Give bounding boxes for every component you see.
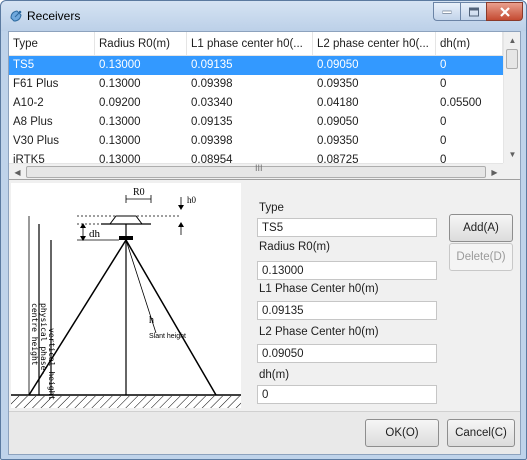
cancel-button[interactable]: Cancel(C) [447, 419, 515, 447]
title-bar[interactable]: Receivers [1, 1, 526, 31]
table-cell-dh: 0 [440, 135, 447, 147]
table-cell-dh: 0 [440, 116, 447, 128]
scroll-left-icon[interactable]: ◀ [9, 164, 26, 179]
table-cell-radius: 0.13000 [99, 59, 141, 71]
scroll-corner [503, 163, 520, 179]
centre-height-label: centre height [30, 303, 39, 366]
physical-phase-label: physical phase- [39, 303, 48, 375]
table-cell-dh: 0 [440, 78, 447, 90]
table-row[interactable]: V30 Plus 0.13000 0.09398 0.09350 0 [9, 132, 503, 151]
delete-button[interactable]: Delete(D) [449, 243, 513, 271]
satellite-dish-icon [10, 10, 22, 22]
table-row[interactable]: F61 Plus 0.13000 0.09398 0.09350 0 [9, 75, 503, 94]
antenna-height-diagram: R0 h0 dh h Slant height vertical height … [11, 183, 241, 408]
scroll-up-icon[interactable]: ▲ [504, 32, 520, 49]
table-cell-l2: 0.09050 [317, 116, 359, 128]
dh-input[interactable] [257, 385, 437, 404]
scroll-grip: III [255, 163, 263, 173]
table-cell-type: A10-2 [13, 97, 44, 109]
table-cell-dh: 0 [440, 59, 447, 71]
receivers-table: Type Radius R0(m) L1 phase center h0(...… [9, 32, 520, 180]
vertical-scroll-thumb[interactable] [506, 49, 518, 69]
r0-label: R0 [133, 187, 145, 198]
table-row[interactable]: A8 Plus 0.13000 0.09135 0.09050 0 [9, 113, 503, 132]
close-icon [499, 6, 510, 17]
type-input[interactable] [257, 218, 437, 237]
table-cell-l1: 0.09398 [191, 78, 233, 90]
scroll-right-icon[interactable]: ▶ [486, 164, 503, 179]
column-header-radius[interactable]: Radius R0(m) [95, 32, 187, 56]
h0-label: h0 [187, 195, 197, 205]
antenna-diagram-svg: R0 h0 dh h Slant height vertical height … [11, 187, 241, 408]
column-header-l1[interactable]: L1 phase center h0(... [187, 32, 313, 56]
table-header: Type Radius R0(m) L1 phase center h0(...… [9, 32, 503, 56]
table-cell-type: F61 Plus [13, 78, 59, 90]
table-cell-l1: 0.09398 [191, 135, 233, 147]
slant-height-label: Slant height [149, 333, 186, 340]
maximize-icon [468, 7, 479, 16]
column-header-type[interactable]: Type [9, 32, 95, 56]
table-cell-radius: 0.13000 [99, 116, 141, 128]
add-button[interactable]: Add(A) [449, 214, 513, 242]
type-label: Type [259, 202, 284, 214]
table-cell-type: V30 Plus [13, 135, 60, 147]
table-cell-radius: 0.13000 [99, 78, 141, 90]
scroll-down-icon[interactable]: ▼ [504, 146, 520, 163]
table-cell-l1: 0.03340 [191, 97, 233, 109]
table-row[interactable]: A10-2 0.09200 0.03340 0.04180 0.05500 [9, 94, 503, 113]
l1-phase-center-input[interactable] [257, 301, 437, 320]
table-cell-radius: 0.13000 [99, 135, 141, 147]
horizontal-scroll-thumb[interactable]: III [26, 163, 486, 178]
table-cell-l2: 0.09350 [317, 135, 359, 147]
radius-input[interactable] [257, 261, 437, 280]
maximize-button[interactable] [460, 2, 486, 21]
l2-phase-center-label: L2 Phase Center h0(m) [259, 326, 379, 338]
dialog-client: Type Radius R0(m) L1 phase center h0(...… [8, 31, 521, 455]
column-header-l2[interactable]: L2 phase center h0(... [313, 32, 436, 56]
l1-phase-center-label: L1 Phase Center h0(m) [259, 283, 379, 295]
minimize-icon [442, 10, 452, 14]
table-cell-l1: 0.09135 [191, 116, 233, 128]
column-header-dh[interactable]: dh(m) [436, 32, 503, 56]
receivers-window: Receivers Type Radius R0(m) L1 phase cen… [0, 0, 527, 460]
l2-phase-center-input[interactable] [257, 344, 437, 363]
horizontal-scrollbar[interactable]: ◀ III ▶ [9, 163, 503, 179]
ok-button[interactable]: OK(O) [365, 419, 439, 447]
dh-label: dh [89, 228, 101, 240]
table-row[interactable]: TS5 0.13000 0.09135 0.09050 0 [9, 56, 503, 75]
table-cell-l1: 0.09135 [191, 59, 233, 71]
table-body: TS5 0.13000 0.09135 0.09050 0 F61 Plus 0.13000… [9, 56, 503, 170]
vertical-scrollbar[interactable]: ▲ ▼ [503, 32, 520, 163]
minimize-button[interactable] [433, 2, 460, 21]
table-cell-dh: 0.05500 [440, 97, 482, 109]
table-cell-type: A8 Plus [13, 116, 53, 128]
table-cell-radius: 0.09200 [99, 97, 141, 109]
close-button[interactable] [486, 2, 523, 21]
table-cell-l2: 0.09350 [317, 78, 359, 90]
h-label: h [149, 315, 154, 326]
dialog-footer: OK(O) Cancel(C) [9, 411, 520, 454]
window-title: Receivers [27, 9, 81, 23]
table-cell-l2: 0.04180 [317, 97, 359, 109]
radius-label: Radius R0(m) [259, 241, 330, 253]
table-cell-type: TS5 [13, 59, 35, 71]
table-cell-l2: 0.09050 [317, 59, 359, 71]
dh-field-label: dh(m) [259, 369, 290, 381]
